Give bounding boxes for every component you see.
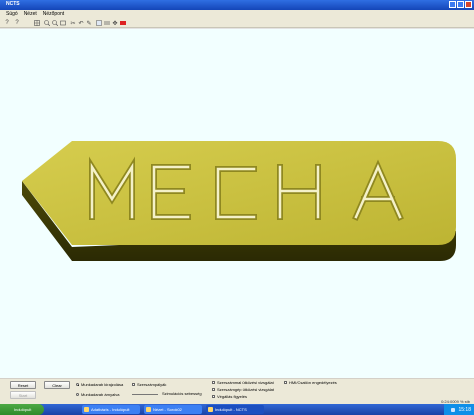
menu-item-nezet[interactable]: Nézet	[24, 11, 37, 17]
start-button-taskbar[interactable]: Indulópult	[0, 404, 44, 415]
close-button[interactable]	[465, 1, 472, 8]
3d-viewport[interactable]	[0, 29, 474, 378]
scissors-icon[interactable]: ✂	[70, 20, 76, 27]
speed-slider[interactable]	[132, 394, 158, 395]
checkbox-indicator	[212, 381, 215, 384]
taskbar-item-label: Indulópult - NCTS	[215, 407, 247, 412]
maximize-button[interactable]	[457, 1, 464, 8]
start-label: Indulópult	[14, 407, 32, 412]
minimize-button[interactable]	[449, 1, 456, 8]
radio-label: Munkadarab kirajzolása	[81, 382, 124, 387]
checkbox-label: Szerszámmal ütközési vizsgálat	[217, 380, 274, 385]
simulation-speed-label: Szimulációs sebesség	[162, 391, 202, 396]
radio-indicator	[76, 383, 79, 386]
color-icon[interactable]	[120, 20, 126, 26]
taskbar: Indulópult Adatbázis - Indulópult Nézet …	[0, 404, 474, 415]
help-icon[interactable]: ?	[4, 20, 10, 26]
taskbar-item[interactable]: Nézet - Sorok02	[144, 405, 202, 414]
taskbar-item-label: Nézet - Sorok02	[153, 407, 182, 412]
menu-item-nezopont[interactable]: Nézőpont	[43, 11, 64, 17]
workpiece-render	[22, 141, 456, 261]
checkbox-label: HMI/Csatlón engedélyezés	[289, 380, 337, 385]
clear-button[interactable]: Clear	[44, 381, 70, 389]
checkbox-label: Szerszámgép ütközési vizsgálat	[217, 387, 274, 392]
menu-bar: Súgó Nézet Nézőpont	[0, 10, 474, 18]
app-icon	[146, 407, 151, 412]
clock: 15:18	[458, 406, 471, 413]
title-bar: NCTS	[0, 0, 474, 10]
taskbar-item[interactable]: Adatbázis - Indulópult	[82, 405, 140, 414]
control-panel: Reset Start Clear Munkadarab kirajzolása…	[0, 378, 474, 404]
radio-label: Munkadarab árnyalva	[81, 392, 120, 397]
view-icon[interactable]	[96, 20, 102, 26]
radio-indicator	[76, 393, 79, 396]
checkbox-tool-collision[interactable]: Szerszámmal ütközési vizsgálat	[212, 380, 274, 385]
zoom-out-icon[interactable]	[52, 20, 58, 26]
window-title: NCTS	[6, 1, 20, 7]
tray-icon[interactable]	[451, 407, 456, 412]
radio-workpiece-outline[interactable]: Munkadarab kirajzolása	[76, 382, 123, 387]
checkbox-indicator	[212, 395, 215, 398]
app-icon	[208, 407, 213, 412]
checkbox-label: Végállás figyelés	[217, 394, 248, 399]
taskbar-item-active[interactable]: Indulópult - NCTS	[206, 405, 264, 414]
help-icon[interactable]: ?	[14, 20, 20, 26]
toolbar: ? ? ✂ ↶ ✎ ✥	[0, 18, 474, 28]
layers-icon[interactable]	[104, 20, 110, 26]
zoom-fit-icon[interactable]	[60, 20, 66, 26]
start-button[interactable]: Start	[10, 391, 36, 399]
taskbar-item-label: Adatbázis - Indulópult	[91, 407, 130, 412]
app-icon	[84, 407, 89, 412]
pen-icon[interactable]: ✎	[86, 20, 92, 27]
checkbox-label: Szerszámpályák	[137, 382, 167, 387]
checkbox-limit-watch[interactable]: Végállás figyelés	[212, 394, 247, 399]
checkbox-indicator	[212, 388, 215, 391]
radio-workpiece-shaded[interactable]: Munkadarab árnyalva	[76, 392, 119, 397]
reset-button[interactable]: Reset	[10, 381, 36, 389]
undo-icon[interactable]: ↶	[78, 20, 84, 27]
checkbox-machine-collision[interactable]: Szerszámgép ütközési vizsgálat	[212, 387, 274, 392]
checkbox-hmi[interactable]: HMI/Csatlón engedélyezés	[284, 380, 337, 385]
menu-item-sugo[interactable]: Súgó	[6, 11, 18, 17]
checkbox-indicator	[132, 383, 135, 386]
checkbox-indicator	[284, 381, 287, 384]
speed-label: Szimulációs sebesség	[162, 391, 202, 396]
checkbox-toolpaths[interactable]: Szerszámpályák	[132, 382, 166, 387]
system-tray: 15:18	[444, 404, 474, 415]
zoom-in-icon[interactable]	[44, 20, 50, 26]
grid-icon[interactable]	[34, 20, 40, 26]
arrows-icon[interactable]: ✥	[112, 20, 118, 27]
window-controls	[449, 1, 472, 8]
